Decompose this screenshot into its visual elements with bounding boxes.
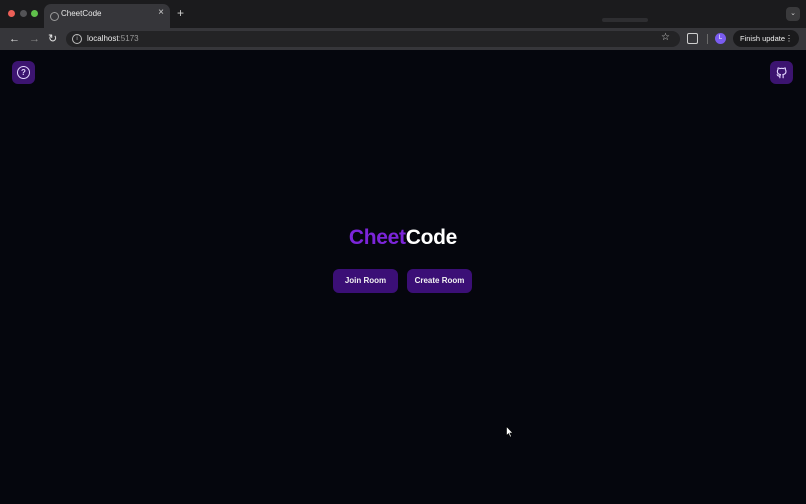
finish-update-label: Finish update xyxy=(740,34,786,43)
app-page: ? CheetCode Join Room Create Room xyxy=(0,50,806,504)
github-icon xyxy=(776,67,787,79)
reload-icon[interactable]: ↻ xyxy=(48,32,57,46)
browser-tab-strip: CheetCode × + ⌄ xyxy=(0,0,806,28)
github-button[interactable] xyxy=(770,61,793,84)
browser-toolbar: ← → ↻ i localhost:5173 ☆ L Finish update… xyxy=(0,28,806,50)
app-title-main: Code xyxy=(405,226,458,249)
browser-tab-cheetcode[interactable]: CheetCode × xyxy=(44,4,170,28)
site-info-icon[interactable]: i xyxy=(72,34,82,44)
finish-update-button[interactable]: Finish update ⋮ xyxy=(733,30,799,47)
address-bar[interactable]: i localhost:5173 ☆ xyxy=(66,31,680,47)
bookmark-star-icon[interactable]: ☆ xyxy=(661,32,670,43)
window-minimize-button[interactable] xyxy=(20,10,27,17)
menu-dots-icon[interactable]: ⋮ xyxy=(785,30,793,47)
help-button[interactable]: ? xyxy=(12,61,35,84)
tab-close-icon[interactable]: × xyxy=(158,7,164,18)
url-text[interactable]: localhost:5173 xyxy=(87,34,139,43)
back-arrow-icon[interactable]: ← xyxy=(9,32,20,46)
create-room-button[interactable]: Create Room xyxy=(407,269,472,293)
join-room-button[interactable]: Join Room xyxy=(333,269,398,293)
profile-avatar[interactable]: L xyxy=(715,33,726,44)
app-title-accent: Cheet xyxy=(348,226,406,249)
app-title: CheetCode xyxy=(0,226,806,250)
extensions-puzzle-icon[interactable] xyxy=(687,33,698,44)
window-maximize-button[interactable] xyxy=(31,10,38,17)
tab-search-chevron-icon[interactable]: ⌄ xyxy=(786,7,800,21)
mouse-pointer-icon xyxy=(506,426,514,438)
question-mark-icon: ? xyxy=(17,66,30,79)
new-tab-button[interactable]: + xyxy=(177,6,184,20)
tab-title: CheetCode xyxy=(61,9,102,18)
window-close-button[interactable] xyxy=(8,10,15,17)
globe-icon xyxy=(50,12,59,21)
forward-arrow-icon[interactable]: → xyxy=(29,32,40,46)
toolbar-divider xyxy=(707,34,708,44)
tab-strip-marker xyxy=(602,18,648,22)
